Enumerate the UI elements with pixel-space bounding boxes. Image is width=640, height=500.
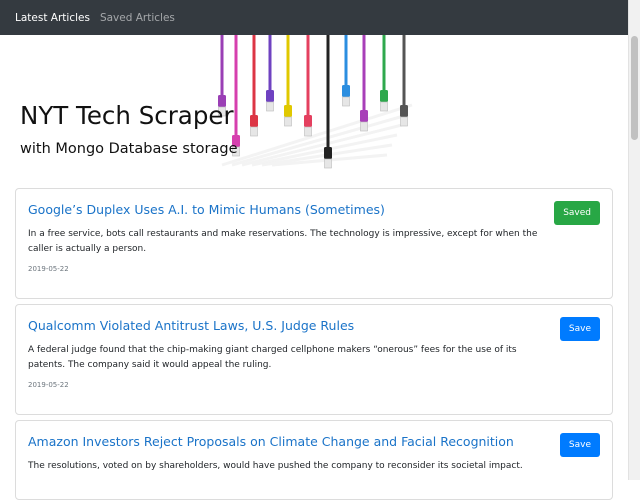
page-title: NYT Tech Scraper (20, 101, 234, 130)
article-card: Qualcomm Violated Antitrust Laws, U.S. J… (15, 304, 613, 415)
article-title-link[interactable]: Google’s Duplex Uses A.I. to Mimic Human… (28, 202, 385, 217)
article-summary: A federal judge found that the chip-maki… (28, 345, 517, 370)
article-title-link[interactable]: Amazon Investors Reject Proposals on Cli… (28, 434, 514, 449)
save-button[interactable]: Save (559, 433, 600, 457)
hero-jumbotron: NYT Tech Scraper with Mongo Database sto… (0, 35, 628, 175)
nav-saved-articles[interactable]: Saved Articles (100, 12, 175, 24)
article-date: 2019-05-22 (28, 265, 69, 273)
ethernet-cables-image (218, 35, 413, 169)
article-summary: In a free service, bots call restaurants… (28, 229, 538, 254)
save-button[interactable]: Save (559, 317, 600, 341)
hero-cables (218, 35, 413, 169)
cable-icon (380, 35, 388, 112)
nav-latest-articles[interactable]: Latest Articles (15, 12, 90, 24)
cable-icon (324, 35, 332, 169)
saved-button[interactable]: Saved (554, 201, 600, 225)
cable-icon (250, 35, 258, 137)
article-summary: The resolutions, voted on by shareholder… (28, 461, 523, 471)
article-title-link[interactable]: Qualcomm Violated Antitrust Laws, U.S. J… (28, 318, 354, 333)
top-navbar: Latest Articles Saved Articles (0, 0, 628, 35)
vertical-scrollbar[interactable] (628, 0, 640, 480)
page-subtitle: with Mongo Database storage (20, 141, 238, 157)
cable-icon (304, 35, 312, 137)
cable-icon (342, 35, 350, 107)
article-card: Amazon Investors Reject Proposals on Cli… (15, 420, 613, 500)
cable-icon (400, 35, 408, 127)
article-card: Google’s Duplex Uses A.I. to Mimic Human… (15, 188, 613, 299)
cable-icon (232, 35, 240, 157)
cable-icon (360, 35, 368, 132)
scrollbar-thumb[interactable] (631, 36, 638, 140)
cable-icon (266, 35, 274, 112)
cable-icon (284, 35, 292, 127)
article-date: 2019-05-22 (28, 381, 69, 389)
